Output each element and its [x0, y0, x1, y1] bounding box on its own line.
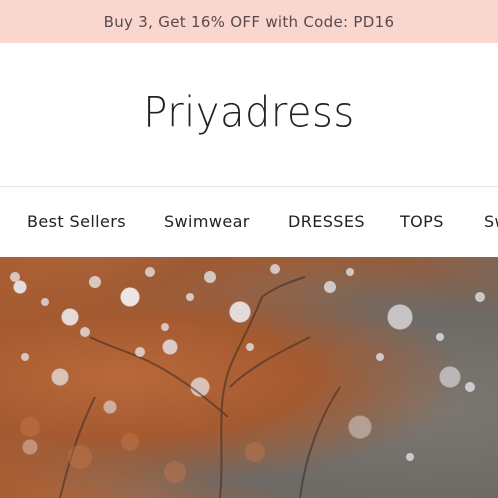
promo-banner: Buy 3, Get 16% OFF with Code: PD16 — [0, 0, 498, 43]
hero-tree-branches — [10, 264, 485, 498]
nav-item-truncated[interactable]: Sw — [484, 187, 498, 257]
site-header: Priyadress — [0, 43, 498, 186]
hero-banner-image[interactable] — [0, 257, 498, 498]
nav-item-tops[interactable]: TOPS — [400, 187, 444, 257]
main-navigation: Best Sellers Swimwear DRESSES TOPS Sw — [0, 187, 498, 257]
promo-text: Buy 3, Get 16% OFF with Code: PD16 — [103, 12, 395, 31]
site-logo[interactable]: Priyadress — [143, 88, 354, 136]
nav-item-dresses[interactable]: DRESSES — [288, 187, 365, 257]
nav-item-swimwear[interactable]: Swimwear — [164, 187, 250, 257]
nav-item-best-sellers[interactable]: Best Sellers — [27, 187, 126, 257]
